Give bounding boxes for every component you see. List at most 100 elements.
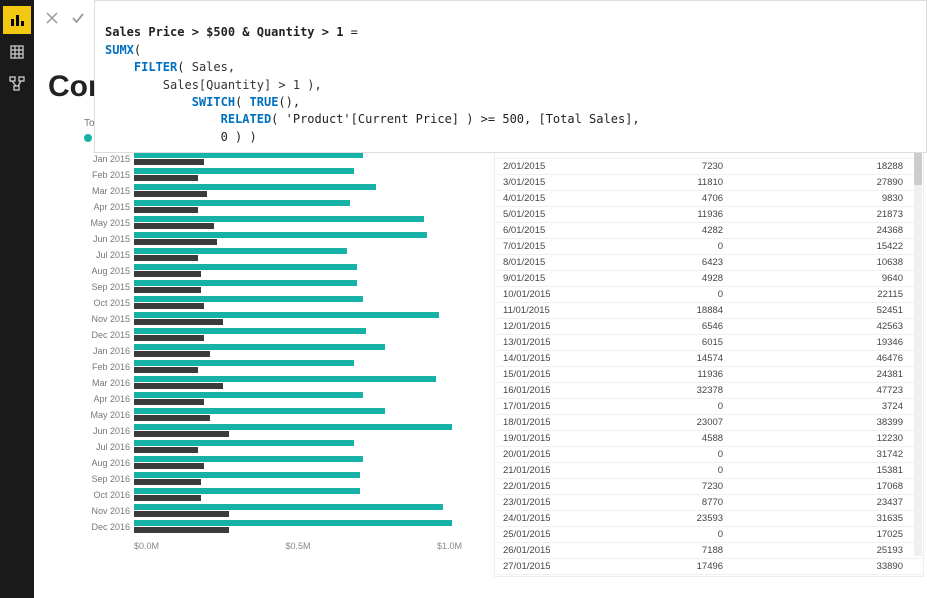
bar-total-sales[interactable]	[134, 424, 452, 430]
table-row[interactable]: 10/01/2015022115	[495, 287, 923, 303]
table-row[interactable]: 4/01/201547069830	[495, 191, 923, 207]
bar-total-sales[interactable]	[134, 456, 363, 462]
bar-filtered-sales[interactable]	[134, 367, 198, 373]
bar-total-sales[interactable]	[134, 344, 385, 350]
bar-filtered-sales[interactable]	[134, 255, 198, 261]
bar-filtered-sales[interactable]	[134, 319, 223, 325]
bar-filtered-sales[interactable]	[134, 383, 223, 389]
bar-category-label: Aug 2015	[84, 263, 134, 279]
data-table-visual[interactable]: ··· Date Sales Price > $2000 & Quantity …	[494, 118, 924, 577]
formula-editor[interactable]: Sales Price > $500 & Quantity > 1 = SUMX…	[94, 0, 927, 153]
table-row[interactable]: 2/01/2015723018288	[495, 159, 923, 175]
table-row[interactable]: 26/01/2015718825193	[495, 543, 923, 559]
bar-category-label: Dec 2016	[84, 519, 134, 535]
bar-total-sales[interactable]	[134, 232, 427, 238]
table-row[interactable]: 16/01/20153237847723	[495, 383, 923, 399]
table-row[interactable]: 6/01/2015428224368	[495, 223, 923, 239]
table-row[interactable]: 23/01/2015877023437	[495, 495, 923, 511]
bar-filtered-sales[interactable]	[134, 447, 198, 453]
bar-total-sales[interactable]	[134, 504, 443, 510]
table-row[interactable]: 11/01/20151888452451	[495, 303, 923, 319]
bar-total-sales[interactable]	[134, 280, 357, 286]
bar-filtered-sales[interactable]	[134, 191, 207, 197]
table-row[interactable]: 14/01/20151457446476	[495, 351, 923, 367]
bar-row	[134, 407, 484, 423]
bar-filtered-sales[interactable]	[134, 335, 204, 341]
bar-filtered-sales[interactable]	[134, 207, 198, 213]
bar-filtered-sales[interactable]	[134, 239, 217, 245]
bar-total-sales[interactable]	[134, 328, 366, 334]
table-row[interactable]: 5/01/20151193621873	[495, 207, 923, 223]
bar-total-sales[interactable]	[134, 472, 360, 478]
bar-row	[134, 151, 484, 167]
bar-filtered-sales[interactable]	[134, 159, 204, 165]
bar-row	[134, 359, 484, 375]
bar-row	[134, 519, 484, 535]
bar-filtered-sales[interactable]	[134, 399, 204, 405]
bar-filtered-sales[interactable]	[134, 431, 229, 437]
bar-total-sales[interactable]	[134, 392, 363, 398]
table-scrollbar[interactable]	[914, 145, 922, 556]
bar-total-sales[interactable]	[134, 216, 424, 222]
table-row[interactable]: 27/01/20151749633890	[495, 559, 923, 575]
bar-total-sales[interactable]	[134, 408, 385, 414]
bar-filtered-sales[interactable]	[134, 415, 210, 421]
bar-row	[134, 183, 484, 199]
bar-row	[134, 199, 484, 215]
bar-row	[134, 455, 484, 471]
formula-cancel-icon[interactable]	[44, 10, 60, 26]
bar-row	[134, 439, 484, 455]
bar-filtered-sales[interactable]	[134, 271, 201, 277]
bar-total-sales[interactable]	[134, 184, 376, 190]
bar-category-label: Jan 2016	[84, 343, 134, 359]
bar-total-sales[interactable]	[134, 296, 363, 302]
table-row[interactable]: 3/01/20151181027890	[495, 175, 923, 191]
bar-row	[134, 311, 484, 327]
bar-filtered-sales[interactable]	[134, 527, 229, 533]
table-row[interactable]: 8/01/2015642310638	[495, 255, 923, 271]
bar-category-label: Jul 2015	[84, 247, 134, 263]
report-view-icon[interactable]	[3, 6, 31, 34]
bar-total-sales[interactable]	[134, 200, 350, 206]
table-row[interactable]: 20/01/2015031742	[495, 447, 923, 463]
table-row[interactable]: 28/01/2015028594	[495, 575, 923, 577]
bar-total-sales[interactable]	[134, 360, 354, 366]
table-row[interactable]: 7/01/2015015422	[495, 239, 923, 255]
bar-filtered-sales[interactable]	[134, 511, 229, 517]
bar-filtered-sales[interactable]	[134, 479, 201, 485]
bar-filtered-sales[interactable]	[134, 495, 201, 501]
bar-filtered-sales[interactable]	[134, 175, 198, 181]
table-row[interactable]: 24/01/20152359331635	[495, 511, 923, 527]
bar-chart-visual[interactable]: Total Sales and Sales > $2000 & more tha…	[84, 118, 484, 551]
table-row[interactable]: 19/01/2015458812230	[495, 431, 923, 447]
table-row[interactable]: 25/01/2015017025	[495, 527, 923, 543]
bar-filtered-sales[interactable]	[134, 223, 214, 229]
table-row[interactable]: 15/01/20151193624381	[495, 367, 923, 383]
table-row[interactable]: 9/01/201549289640	[495, 271, 923, 287]
bar-filtered-sales[interactable]	[134, 351, 210, 357]
table-row[interactable]: 22/01/2015723017068	[495, 479, 923, 495]
bar-category-label: Mar 2016	[84, 375, 134, 391]
table-row[interactable]: 21/01/2015015381	[495, 463, 923, 479]
table-row[interactable]: 17/01/201503724	[495, 399, 923, 415]
formula-commit-icon[interactable]	[70, 10, 86, 26]
bar-total-sales[interactable]	[134, 520, 452, 526]
table-row[interactable]: 13/01/2015601519346	[495, 335, 923, 351]
bar-total-sales[interactable]	[134, 440, 354, 446]
model-view-icon[interactable]	[3, 70, 31, 98]
bar-total-sales[interactable]	[134, 264, 357, 270]
bar-category-label: Nov 2016	[84, 503, 134, 519]
bar-filtered-sales[interactable]	[134, 287, 201, 293]
table-row[interactable]: 18/01/20152300738399	[495, 415, 923, 431]
data-view-icon[interactable]	[3, 38, 31, 66]
chart-x-axis: $0.0M $0.5M $1.0M	[84, 541, 484, 551]
bar-total-sales[interactable]	[134, 376, 436, 382]
bar-filtered-sales[interactable]	[134, 303, 204, 309]
bar-total-sales[interactable]	[134, 312, 439, 318]
bar-category-label: Aug 2016	[84, 455, 134, 471]
bar-total-sales[interactable]	[134, 248, 347, 254]
table-row[interactable]: 12/01/2015654642563	[495, 319, 923, 335]
bar-total-sales[interactable]	[134, 168, 354, 174]
bar-total-sales[interactable]	[134, 488, 360, 494]
bar-filtered-sales[interactable]	[134, 463, 204, 469]
